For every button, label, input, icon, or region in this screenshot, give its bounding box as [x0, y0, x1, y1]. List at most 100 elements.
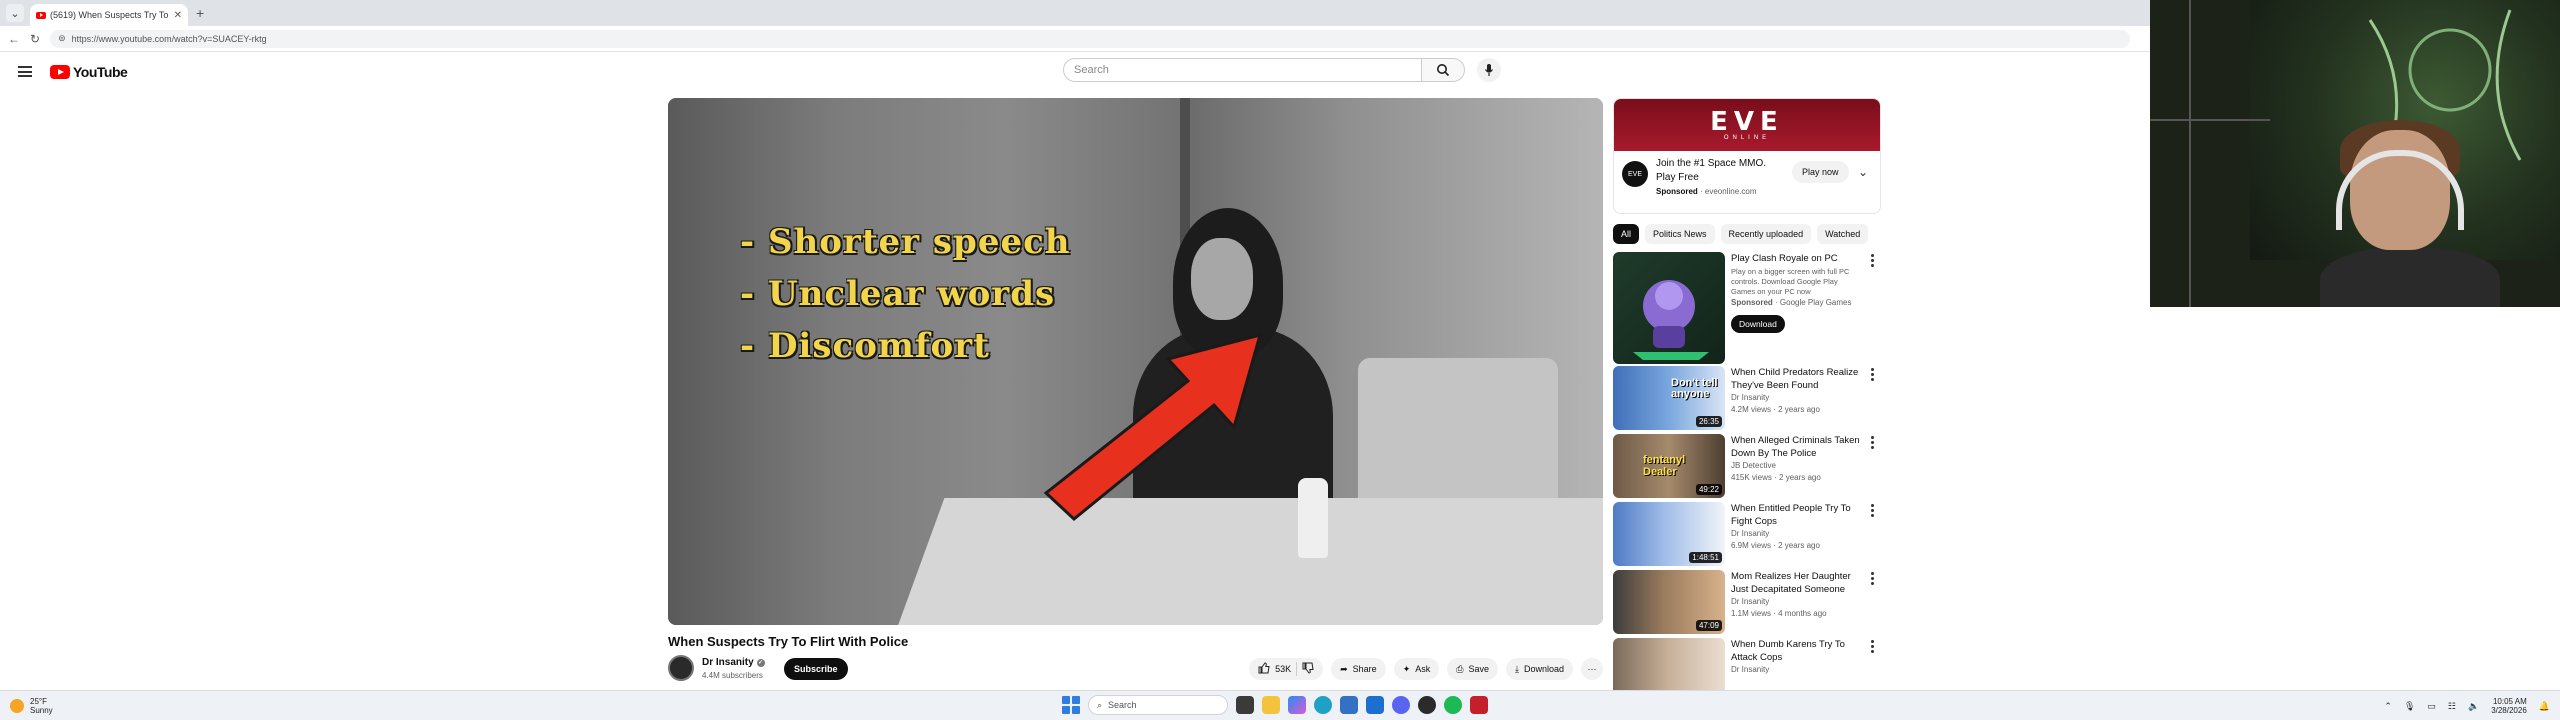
more-vertical-icon[interactable] — [1871, 640, 1874, 655]
more-vertical-icon[interactable] — [1871, 368, 1874, 383]
reload-icon[interactable]: ↻ — [30, 32, 40, 46]
voice-search-button[interactable] — [1477, 58, 1501, 82]
recommendation-title[interactable]: When Entitled People Try To Fight Cops — [1731, 502, 1863, 528]
video-thumbnail[interactable]: 47:09 — [1613, 570, 1725, 634]
recommendation-download-button[interactable]: Download — [1731, 315, 1785, 333]
video-thumbnail[interactable]: 1:48:51 — [1613, 502, 1725, 566]
file-explorer-icon[interactable] — [1262, 696, 1280, 714]
microphone-icon — [1485, 64, 1493, 76]
weather-condition: Sunny — [30, 706, 53, 715]
tab-title: (5619) When Suspects Try To Fli — [50, 10, 170, 20]
video-actions: 53K ➦ Share ✦ Ask ⎙ Save ⤓ Download ··· — [1249, 658, 1603, 680]
task-view-icon[interactable] — [1236, 696, 1254, 714]
chip-politics-news[interactable]: Politics News — [1645, 224, 1715, 244]
ad-card[interactable]: EVE ONLINE EVE Join the #1 Space MMO. Pl… — [1613, 98, 1881, 214]
obs-icon[interactable] — [1418, 696, 1436, 714]
discord-icon[interactable] — [1392, 696, 1410, 714]
video-player[interactable]: - Shorter speech - Unclear words - Disco… — [668, 98, 1603, 625]
like-button[interactable] — [1258, 662, 1270, 676]
new-tab-icon[interactable]: + — [196, 5, 204, 21]
youtube-logo[interactable]: YouTube — [50, 64, 128, 80]
recommendation-sponsored-label: Sponsored — [1731, 298, 1773, 307]
more-vertical-icon[interactable] — [1871, 436, 1874, 451]
more-actions-button[interactable]: ··· — [1581, 658, 1603, 680]
list-item[interactable]: fentanyl Dealer 49:22 When Alleged Crimi… — [1613, 434, 1881, 502]
recommendation-title[interactable]: When Alleged Criminals Taken Down By The… — [1731, 434, 1863, 460]
video-thumbnail[interactable]: Don't tell anyone 26:35 — [1613, 366, 1725, 430]
video-frame-chair — [1358, 358, 1558, 518]
save-button[interactable]: ⎙ Save — [1447, 658, 1498, 680]
list-item[interactable]: Play Clash Royale on PC Play on a bigger… — [1613, 252, 1881, 366]
game-character-icon — [1633, 280, 1709, 360]
search-button[interactable] — [1421, 58, 1465, 82]
microphone-tray-icon[interactable]: 🎙 — [2404, 701, 2415, 712]
back-arrow-icon[interactable]: ← — [8, 32, 20, 46]
like-divider — [1296, 662, 1298, 676]
tab-list-button[interactable]: ⌄ — [6, 4, 24, 22]
video-duration: 47:09 — [1695, 620, 1722, 631]
more-vertical-icon[interactable] — [1871, 504, 1874, 519]
more-vertical-icon[interactable] — [1871, 572, 1874, 587]
more-vertical-icon[interactable] — [1871, 254, 1874, 269]
recommendation-info: When Dumb Karens Try To Attack Cops Dr I… — [1731, 638, 1863, 676]
app-red-icon[interactable] — [1470, 696, 1488, 714]
edge-browser-icon[interactable] — [1314, 696, 1332, 714]
video-thumbnail[interactable] — [1613, 252, 1725, 364]
filter-chips: All Politics News Recently uploaded Watc… — [1613, 224, 1881, 244]
download-label: Download — [1523, 664, 1564, 674]
weather-widget[interactable]: 25°F Sunny — [10, 697, 53, 715]
recommendation-title[interactable]: Play Clash Royale on PC — [1731, 252, 1863, 265]
thumbs-down-icon — [1302, 662, 1314, 674]
recommendation-channel[interactable]: Dr Insanity — [1731, 596, 1863, 608]
windows-start-icon[interactable] — [1062, 696, 1080, 714]
volume-icon[interactable]: 🔈 — [2468, 701, 2479, 712]
clock[interactable]: 10:05 AM 3/28/2026 — [2491, 697, 2527, 715]
recommendation-channel[interactable]: JB Detective — [1731, 460, 1863, 472]
chip-all[interactable]: All — [1613, 224, 1640, 244]
recommendation-description: Play on a bigger screen with full PC con… — [1731, 267, 1850, 296]
subscribe-button[interactable]: Subscribe — [784, 658, 848, 680]
list-item[interactable]: 1:48:51 When Entitled People Try To Figh… — [1613, 502, 1881, 570]
network-icon[interactable]: ☷ — [2448, 701, 2456, 712]
caption-line-2: - Unclear words — [740, 274, 1056, 314]
video-thumbnail[interactable]: fentanyl Dealer 49:22 — [1613, 434, 1725, 498]
recommendation-channel[interactable]: Dr Insanity — [1731, 528, 1863, 540]
video-title: When Suspects Try To Flirt With Police — [668, 634, 909, 649]
chip-recently-uploaded[interactable]: Recently uploaded — [1720, 224, 1812, 244]
notification-bell-icon[interactable]: 🔔 — [2539, 701, 2550, 712]
recommendation-title[interactable]: When Child Predators Realize They've Bee… — [1731, 366, 1863, 392]
browser-tab-active[interactable]: (5619) When Suspects Try To Fli ✕ — [30, 4, 188, 26]
channel-name-container[interactable]: Dr Insanity ✓ — [702, 657, 765, 668]
list-item[interactable]: Don't tell anyone 26:35 When Child Preda… — [1613, 366, 1881, 434]
ask-button[interactable]: ✦ Ask — [1393, 658, 1440, 680]
weather-temperature: 25°F — [30, 697, 47, 706]
chip-watched[interactable]: Watched — [1817, 224, 1869, 244]
share-button[interactable]: ➦ Share — [1331, 658, 1386, 680]
download-button[interactable]: ⤓ Download — [1505, 658, 1573, 680]
display-icon[interactable]: ▭ — [2427, 701, 2436, 712]
taskbar-search[interactable]: ⌕ Search — [1088, 695, 1228, 715]
hamburger-menu-icon[interactable] — [18, 66, 32, 77]
ad-banner[interactable]: EVE ONLINE — [1614, 99, 1880, 151]
chevron-down-icon[interactable]: ⌄ — [1858, 165, 1868, 179]
video-duration: 1:48:51 — [1689, 552, 1722, 563]
chevron-up-icon[interactable]: ⌃ — [2384, 701, 2392, 712]
ad-text: Join the #1 Space MMO. Play Free — [1656, 158, 1767, 183]
address-bar[interactable]: ⊜ https://www.youtube.com/watch?v=SUACEY… — [50, 29, 2131, 48]
copilot-icon[interactable] — [1288, 696, 1306, 714]
site-info-icon[interactable]: ⊜ — [58, 33, 66, 44]
search-input[interactable]: Search — [1063, 58, 1421, 82]
dislike-button[interactable] — [1302, 662, 1314, 676]
ad-play-now-button[interactable]: Play now — [1792, 161, 1849, 183]
mail-icon[interactable] — [1366, 696, 1384, 714]
spotify-icon[interactable] — [1444, 696, 1462, 714]
close-tab-icon[interactable]: ✕ — [174, 10, 182, 21]
channel-avatar[interactable] — [668, 655, 694, 681]
store-icon[interactable] — [1340, 696, 1358, 714]
list-item[interactable]: 47:09 Mom Realizes Her Daughter Just Dec… — [1613, 570, 1881, 638]
recommendation-channel[interactable]: Dr Insanity — [1731, 664, 1863, 676]
recommendation-channel[interactable]: Dr Insanity — [1731, 392, 1863, 404]
recommendation-title[interactable]: Mom Realizes Her Daughter Just Decapitat… — [1731, 570, 1863, 596]
verified-icon: ✓ — [756, 658, 765, 667]
recommendation-title[interactable]: When Dumb Karens Try To Attack Cops — [1731, 638, 1863, 664]
